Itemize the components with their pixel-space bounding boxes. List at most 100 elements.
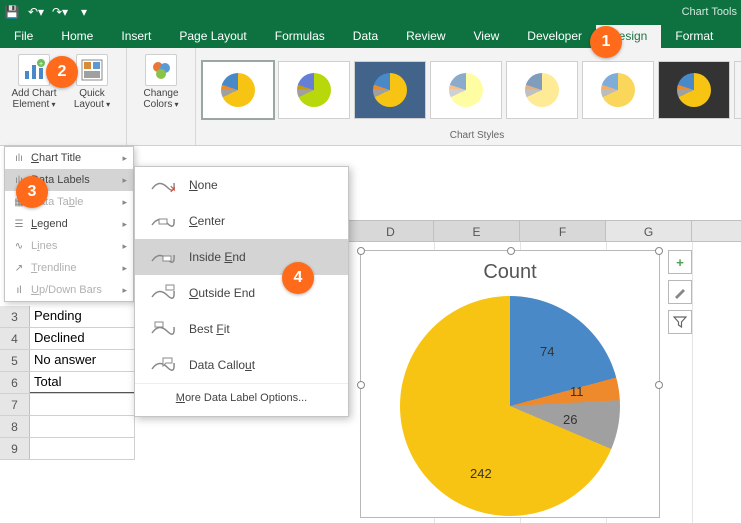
cell[interactable]	[30, 394, 135, 415]
tab-format[interactable]: Format	[661, 25, 727, 48]
chart-style-3[interactable]	[354, 61, 426, 119]
menu-legend[interactable]: ☰ Legend ▸	[5, 213, 133, 235]
data-label: 11	[570, 384, 584, 399]
menu-legend-label: Legend	[31, 218, 68, 230]
column-headers: D E F G	[348, 220, 741, 242]
tab-developer[interactable]: Developer	[513, 25, 596, 48]
submenu-arrow-icon: ▸	[122, 175, 127, 186]
quick-layout-icon	[76, 54, 108, 86]
row-header[interactable]: 8	[0, 416, 30, 437]
ribbon-group-change-colors: Change Colors	[127, 48, 196, 145]
cell[interactable]: Total	[30, 372, 135, 393]
add-chart-element-menu: ılı Chart Title ▸ ılı Data Labels ▸ ▦ Da…	[4, 146, 134, 302]
chart-filters-button[interactable]	[668, 310, 692, 334]
data-labels-center-label: Center	[189, 214, 225, 228]
save-icon[interactable]: 💾	[4, 4, 20, 20]
submenu-arrow-icon: ▸	[122, 153, 127, 164]
chart-title-icon: ılı	[11, 150, 27, 166]
data-labels-more-options[interactable]: More Data Label Options...	[135, 383, 348, 412]
chart-style-2[interactable]	[278, 61, 350, 119]
data-label: 242	[470, 466, 492, 481]
chart-style-1[interactable]	[202, 61, 274, 119]
cell[interactable]: No answer	[30, 350, 135, 371]
table-row: 5No answer	[0, 350, 135, 372]
cell[interactable]: Declined	[30, 328, 135, 349]
callout-4: 4	[282, 262, 314, 294]
tab-formulas[interactable]: Formulas	[261, 25, 339, 48]
cell[interactable]	[30, 438, 135, 459]
row-header[interactable]: 5	[0, 350, 30, 371]
tab-page-layout[interactable]: Page Layout	[165, 25, 260, 48]
chart-style-4[interactable]	[430, 61, 502, 119]
chart-title[interactable]: Count	[361, 261, 659, 284]
table-row: 3Pending	[0, 306, 135, 328]
submenu-arrow-icon: ▸	[122, 241, 127, 252]
submenu-arrow-icon: ▸	[122, 263, 127, 274]
quick-access-toolbar: 💾 ↶▾ ↷▾ ▾	[4, 4, 92, 20]
trendline-icon: ↗	[11, 260, 27, 276]
tab-review[interactable]: Review	[392, 25, 459, 48]
tab-insert[interactable]: Insert	[107, 25, 165, 48]
chart-elements-button[interactable]: +	[668, 250, 692, 274]
redo-icon[interactable]: ↷▾	[52, 4, 68, 20]
center-icon	[149, 211, 175, 231]
chart-style-5[interactable]	[506, 61, 578, 119]
data-labels-none-label: None	[189, 178, 218, 192]
chart-style-6[interactable]	[582, 61, 654, 119]
tab-data[interactable]: Data	[339, 25, 392, 48]
svg-text:+: +	[39, 61, 43, 68]
menu-updown-bars: ıl Up/Down Bars ▸	[5, 279, 133, 301]
chart-styles-more[interactable]: ▴▾	[734, 61, 741, 119]
chart-style-7[interactable]	[658, 61, 730, 119]
data-labels-best-fit[interactable]: Best Fit	[135, 311, 348, 347]
change-colors-icon	[145, 54, 177, 86]
chart-styles-button[interactable]	[668, 280, 692, 304]
change-colors-button[interactable]: Change Colors	[133, 52, 189, 143]
col-header-d[interactable]: D	[348, 221, 434, 241]
row-header[interactable]: 9	[0, 438, 30, 459]
table-row: 8	[0, 416, 135, 438]
row-header[interactable]: 3	[0, 306, 30, 327]
tab-file[interactable]: File	[0, 25, 47, 48]
data-labels-center[interactable]: Center	[135, 203, 348, 239]
data-labels-outside-end-label: Outside End	[189, 286, 255, 300]
updown-bars-icon: ıl	[11, 282, 27, 298]
data-labels-inside-end[interactable]: Inside End	[135, 239, 348, 275]
pie-slices[interactable]	[400, 296, 620, 516]
chart-styles-group-label: Chart Styles	[202, 128, 741, 143]
tab-view[interactable]: View	[460, 25, 514, 48]
menu-lines-label: Lines	[31, 240, 57, 252]
menu-chart-title[interactable]: ılı Chart Title ▸	[5, 147, 133, 169]
row-header[interactable]: 6	[0, 372, 30, 393]
lines-icon: ∿	[11, 238, 27, 254]
col-header-f[interactable]: F	[520, 221, 606, 241]
best-fit-icon	[149, 319, 175, 339]
none-icon: ✕	[149, 175, 175, 195]
data-labels-data-callout[interactable]: Data Callout	[135, 347, 348, 383]
qat-customize-icon[interactable]: ▾	[76, 4, 92, 20]
col-header-e[interactable]: E	[434, 221, 520, 241]
data-labels-inside-end-label: Inside End	[189, 250, 246, 264]
brush-icon	[673, 285, 687, 299]
menu-trendline: ↗ Trendline ▸	[5, 257, 133, 279]
row-header[interactable]: 7	[0, 394, 30, 415]
cell[interactable]: Pending	[30, 306, 135, 327]
table-row: 7	[0, 394, 135, 416]
table-row: 9	[0, 438, 135, 460]
undo-icon[interactable]: ↶▾	[28, 4, 44, 20]
row-header[interactable]: 4	[0, 328, 30, 349]
inside-end-icon	[149, 247, 175, 267]
callout-2: 2	[46, 56, 78, 88]
chart-tools-label: Chart Tools	[682, 6, 737, 18]
data-labels-none[interactable]: ✕ None	[135, 167, 348, 203]
data-labels-submenu: ✕ None Center Inside End Outside End Bes…	[134, 166, 349, 417]
data-labels-outside-end[interactable]: Outside End	[135, 275, 348, 311]
col-header-g[interactable]: G	[606, 221, 692, 241]
pie-plot[interactable]: 74 11 26 242	[400, 296, 620, 516]
tab-home[interactable]: Home	[47, 25, 107, 48]
change-colors-label: Change Colors	[143, 88, 178, 110]
cell[interactable]	[30, 416, 135, 437]
submenu-arrow-icon: ▸	[122, 197, 127, 208]
pie-chart[interactable]: Count 74 11 26 242	[360, 250, 660, 518]
menu-updown-bars-label: Up/Down Bars	[31, 284, 102, 296]
